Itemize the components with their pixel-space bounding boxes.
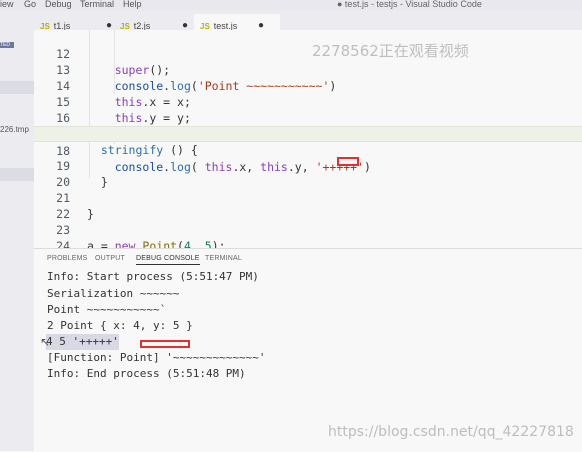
console-line-selected[interactable]: 4 5 '+++++'	[46, 334, 119, 350]
code-line[interactable]: 20	[34, 158, 582, 189]
code-line[interactable]: 12 super();	[34, 30, 582, 77]
menu-item-go[interactable]: Go	[24, 0, 36, 9]
code-line[interactable]: 17 stringify () {	[34, 110, 582, 157]
annotation-box	[337, 157, 359, 166]
console-line: Info: End process (5:51:48 PM)	[47, 367, 246, 380]
code-line[interactable]: 22	[34, 190, 582, 221]
code-line-current[interactable]: 18 console.log( this.x, this.y, '+++++')	[34, 126, 582, 174]
code-line[interactable]: 16 }	[34, 94, 582, 141]
console-line: Point ~~~~~~~~~~~`	[47, 303, 167, 316]
window-title: ● test.js - testjs - Visual Studio Code	[337, 0, 482, 9]
tab-output[interactable]: OUTPUT	[95, 255, 125, 262]
menu-item-debug[interactable]: Debug	[45, 0, 72, 9]
explorer-item[interactable]	[0, 168, 34, 181]
bottom-panel: PROBLEMS OUTPUT DEBUG CONSOLE TERMINAL I…	[34, 248, 582, 452]
console-line: Info: Start process (5:51:47 PM)	[47, 270, 259, 283]
tab-debug-console[interactable]: DEBUG CONSOLE	[136, 255, 200, 265]
watermark-text: https://blog.csdn.net/qq_42227818	[328, 424, 574, 440]
viewer-overlay-text: 2278562正在观看视频	[312, 42, 469, 60]
code-line[interactable]: 21 }	[34, 174, 582, 221]
code-line[interactable]: 13 console.log('Point ~~~~~~~~~~~')	[34, 46, 582, 93]
explorer-item[interactable]	[0, 81, 34, 94]
console-line: 2 Point { x: 4, y: 5 }	[47, 319, 193, 332]
code-line[interactable]: 19 }	[34, 142, 582, 189]
code-line[interactable]: 14 this.x = x;	[34, 62, 582, 109]
menu-item-view[interactable]: iew	[0, 0, 14, 9]
code-line[interactable]: 15 this.y = y;	[34, 78, 582, 125]
code-line[interactable]: 25 a.stringify()	[34, 238, 582, 248]
explorer-file-tmp[interactable]: 226.tmp	[0, 125, 29, 134]
tab-problems[interactable]: PROBLEMS	[47, 255, 88, 262]
console-line: Serialization ~~~~~~	[47, 287, 180, 300]
title-bar: iew Go Debug Terminal Help ● test.js - t…	[0, 0, 582, 10]
explorer-sidebar: TED 226.tmp	[0, 10, 35, 451]
code-line[interactable]: 23 a = new Point(4, 5);	[34, 206, 582, 248]
status-badge: TED	[0, 42, 14, 48]
menu-item-terminal[interactable]: Terminal	[80, 0, 114, 9]
code-editor[interactable]: 12 super(); 13 console.log('Point ~~~~~~…	[34, 30, 582, 248]
menu-item-help[interactable]: Help	[123, 0, 142, 9]
tab-terminal[interactable]: TERMINAL	[205, 255, 242, 262]
mouse-cursor-icon: ↖	[40, 335, 51, 349]
annotation-box	[140, 340, 190, 348]
console-line: [Function: Point] '~~~~~~~~~~~~~'	[47, 351, 266, 364]
code-line[interactable]: 24 console.log(2, a);	[34, 222, 582, 248]
